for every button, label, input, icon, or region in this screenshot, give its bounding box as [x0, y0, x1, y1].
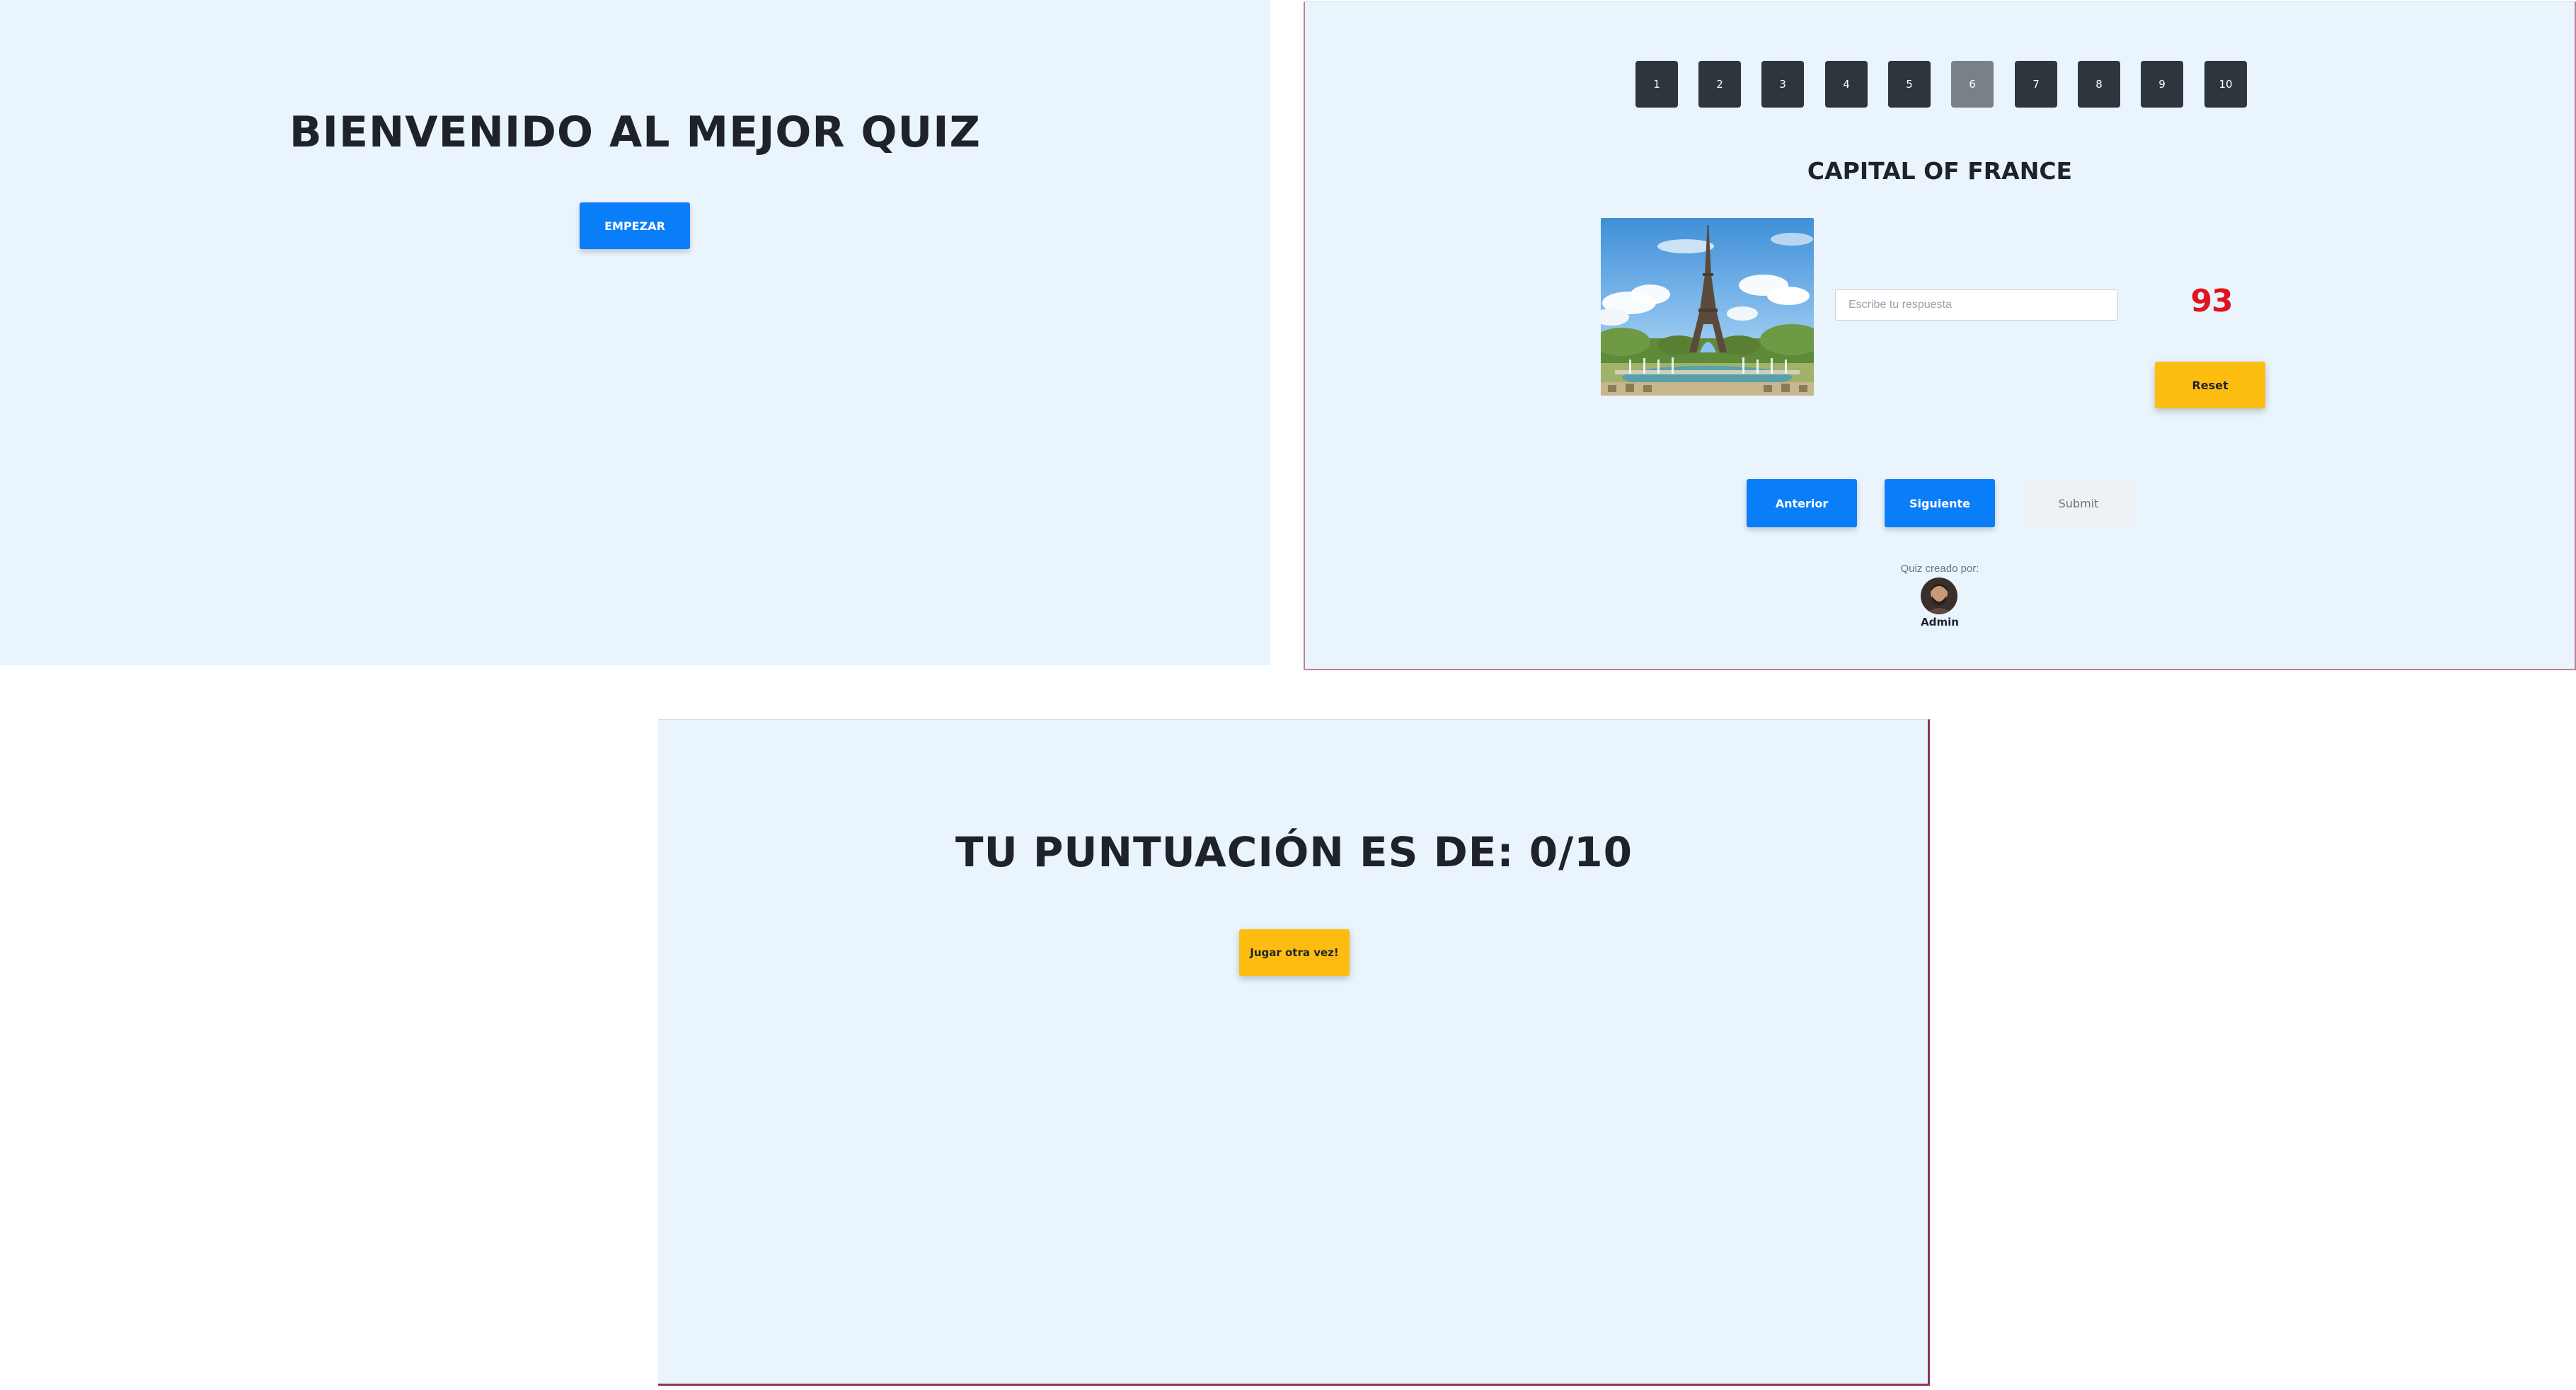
submit-button[interactable]: Submit: [2023, 479, 2134, 527]
answer-input[interactable]: [1835, 289, 2118, 321]
question-number-button[interactable]: 1: [1635, 61, 1678, 108]
question-image: [1601, 218, 1814, 396]
question-number-button-active[interactable]: 6: [1951, 61, 1994, 108]
author-avatar: [1921, 578, 1957, 614]
previous-button[interactable]: Anterior: [1747, 479, 1857, 527]
next-button[interactable]: Siguiente: [1885, 479, 1995, 527]
question-title: CAPITAL OF FRANCE: [1807, 157, 2073, 185]
welcome-screen: BIENVENIDO AL MEJOR QUIZ EMPEZAR: [0, 0, 1270, 665]
welcome-title: BIENVENIDO AL MEJOR QUIZ: [289, 108, 982, 157]
reset-button[interactable]: Reset: [2155, 362, 2265, 408]
question-number-button[interactable]: 3: [1761, 61, 1804, 108]
countdown-timer: 93: [2190, 283, 2233, 319]
question-number-button[interactable]: 7: [2015, 61, 2057, 108]
author-caption: Quiz creado por:: [1900, 563, 1979, 575]
question-number-button[interactable]: 8: [2078, 61, 2120, 108]
score-title: TU PUNTUACIÓN ES DE: 0/10: [955, 828, 1633, 876]
question-number-button[interactable]: 9: [2141, 61, 2183, 108]
score-screen: [658, 719, 1930, 1386]
avatar-icon: [1921, 578, 1957, 614]
start-button[interactable]: EMPEZAR: [580, 202, 690, 249]
play-again-button[interactable]: Jugar otra vez!: [1239, 929, 1350, 976]
question-number-button[interactable]: 4: [1825, 61, 1868, 108]
eiffel-tower-illustration: [1601, 218, 1814, 396]
question-number-button[interactable]: 5: [1888, 61, 1931, 108]
question-number-button[interactable]: 10: [2204, 61, 2247, 108]
author-name: Admin: [1921, 616, 1959, 628]
question-number-button[interactable]: 2: [1698, 61, 1741, 108]
